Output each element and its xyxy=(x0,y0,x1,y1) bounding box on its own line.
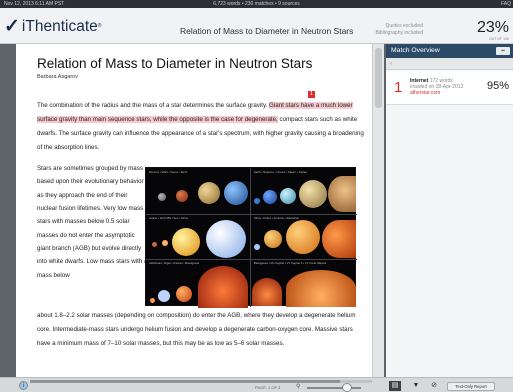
status-bar: Nov 12, 2013 6:11 AM PST 6,723 words • 2… xyxy=(0,0,513,8)
paper-title: Relation of Mass to Diameter in Neutron … xyxy=(37,56,313,71)
image-caption: Jupiter • Wolf 359 • Sun • Sirius xyxy=(149,216,188,220)
view-toggle-icon[interactable]: ▪▪ xyxy=(496,47,510,55)
match-number: 1 xyxy=(394,79,403,96)
star xyxy=(176,286,192,302)
star-size-comparison-image: Mercury • Mars • Venus • Earth Earth • N… xyxy=(145,167,357,308)
match-source: Internet 172 words crawled on 28-Apr-201… xyxy=(410,78,463,96)
star xyxy=(286,270,356,307)
document-stats: 6,723 words • 230 matches • 9 sources xyxy=(213,1,300,7)
bottom-toolbar: i PAGE: 1 OF 3 ⚲ ▤ ▼ ⊘ Text-Only Report xyxy=(0,377,513,392)
document-viewer: Relation of Mass to Diameter in Neutron … xyxy=(16,44,372,377)
logo: ✓ iThenticate® xyxy=(4,16,102,37)
zoom-icon: ⚲ xyxy=(296,384,301,390)
image-caption: Earth • Neptune • Uranus • Saturn • Jupi… xyxy=(254,170,308,174)
scrollbar-thumb[interactable] xyxy=(30,380,340,383)
star xyxy=(322,220,356,258)
scrollbar-thumb[interactable] xyxy=(375,48,382,108)
header: ✓ iThenticate® Relation of Mass to Diame… xyxy=(0,8,513,44)
planet xyxy=(158,193,166,201)
star xyxy=(254,244,260,250)
similarity-score: 23% xyxy=(476,19,509,36)
zoom-slider-knob[interactable] xyxy=(342,383,352,392)
planet xyxy=(198,182,220,204)
quotes-excluded[interactable]: Quotes excluded xyxy=(375,23,423,30)
exclude-icon[interactable]: ⊘ xyxy=(428,381,440,391)
planet xyxy=(280,188,296,204)
planet xyxy=(162,240,168,246)
horizontal-scrollbar[interactable] xyxy=(30,380,372,383)
exclusion-info[interactable]: Quotes excluded Bibliography included xyxy=(375,23,423,37)
star xyxy=(158,290,170,302)
document-scrollbar[interactable] xyxy=(372,44,384,377)
similarity-caption: OUT OF 100 xyxy=(489,37,509,41)
star xyxy=(286,220,320,254)
star xyxy=(206,220,246,258)
paragraph-3: about 1.8–2.2 solar masses (depending on… xyxy=(37,312,356,347)
star xyxy=(264,230,282,248)
star xyxy=(198,266,248,308)
paper-author: Barbara Asgarov xyxy=(37,74,78,80)
paragraph-2: Stars are sometimes grouped by mass base… xyxy=(37,165,148,279)
filter-icon[interactable]: ▼ xyxy=(410,381,422,391)
star xyxy=(252,278,282,306)
star xyxy=(172,228,200,256)
info-icon[interactable]: i xyxy=(19,381,28,390)
zoom-slider[interactable] xyxy=(307,387,361,389)
match-view-icon[interactable]: ▤ xyxy=(389,381,401,391)
match-item[interactable]: 1 Internet 172 words crawled on 28-Apr-2… xyxy=(386,71,513,105)
checkmark-icon: ✓ xyxy=(4,16,20,37)
faq-link[interactable]: FAQ xyxy=(501,0,511,8)
star xyxy=(150,298,155,303)
image-caption: Betelgeuse • Mu Cephei • VV Cephei A • V… xyxy=(254,261,327,265)
image-caption: Aldebaran • Rigel • Antares • Betelgeuse xyxy=(149,261,200,265)
planet xyxy=(299,180,327,208)
planet xyxy=(328,176,356,212)
planet xyxy=(152,242,157,247)
planet xyxy=(224,181,248,205)
document-title: Relation of Mass to Diameter in Neutron … xyxy=(180,26,354,36)
panel-back[interactable]: ‹ xyxy=(386,58,513,70)
match-percent: 95% xyxy=(486,80,509,92)
match-overview-panel: Match Overview ▪▪ ‹ 1 Internet 172 words… xyxy=(386,44,513,377)
paragraph-1: The combination of the radius and the ma… xyxy=(37,102,364,151)
brand-name: iThenticate® xyxy=(21,18,102,35)
image-caption: Mercury • Mars • Venus • Earth xyxy=(149,170,188,174)
planet xyxy=(263,190,277,204)
match-url[interactable]: atherstar.com xyxy=(410,90,463,96)
bibliography-included[interactable]: Bibliography included xyxy=(375,30,423,37)
planet xyxy=(254,198,260,204)
match-marker[interactable]: 1 xyxy=(308,91,315,98)
planet xyxy=(176,190,188,202)
text-only-report-button[interactable]: Text-Only Report xyxy=(447,382,495,391)
page-indicator: PAGE: 1 OF 3 xyxy=(255,385,281,390)
panel-title: Match Overview xyxy=(386,44,513,58)
image-caption: Sirius • Pollux • Arcturus • Aldebaran xyxy=(254,216,300,220)
